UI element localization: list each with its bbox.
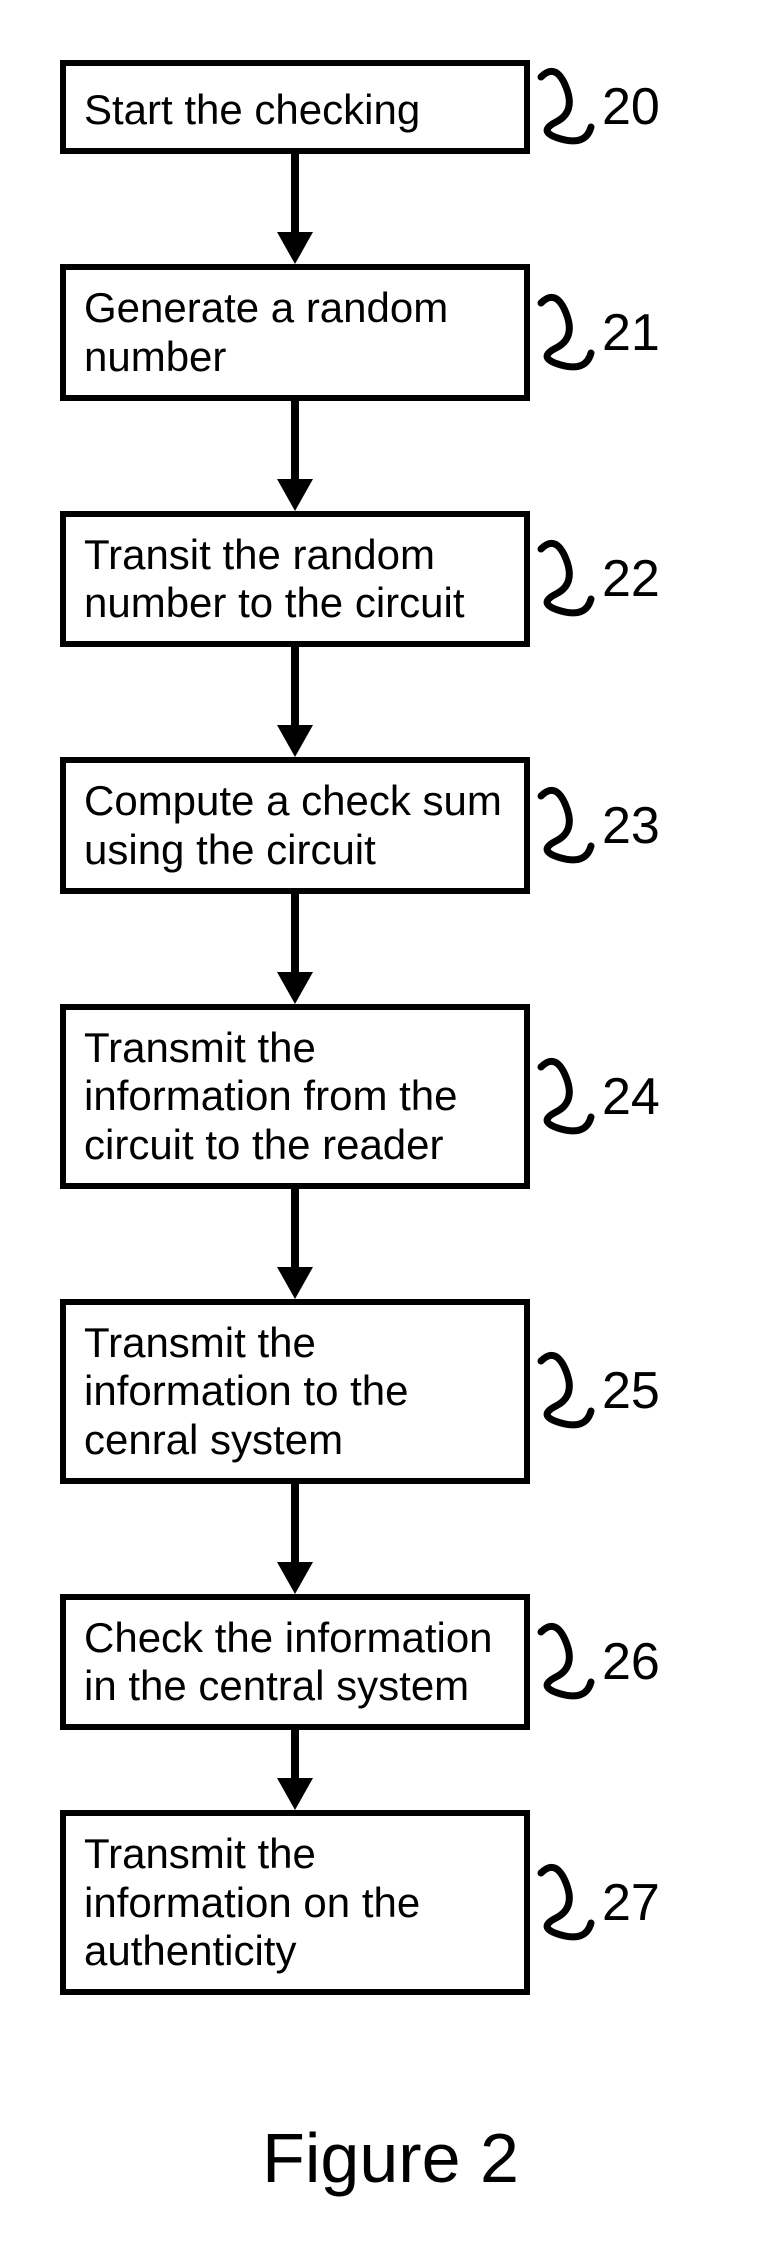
arrow (60, 894, 530, 1004)
figure-caption: Figure 2 (0, 2118, 781, 2198)
step-label: 26 (602, 1632, 660, 1692)
squiggle-icon (536, 1057, 596, 1137)
squiggle-icon (536, 1351, 596, 1431)
step-row: Transmit the information on the authenti… (60, 1810, 720, 1995)
step-label: 24 (602, 1067, 660, 1127)
step-box: Compute a check sum using the circuit (60, 757, 530, 894)
step-row: Generate a random number 21 (60, 264, 720, 401)
squiggle-icon (536, 786, 596, 866)
squiggle-icon (536, 293, 596, 373)
step-label: 21 (602, 303, 660, 363)
step-row: Check the information in the central sys… (60, 1594, 720, 1731)
step-label-group: 27 (536, 1863, 660, 1943)
step-row: Transmit the information from the circui… (60, 1004, 720, 1189)
flowchart: Start the checking 20 Generate a random … (60, 60, 720, 1995)
step-label: 22 (602, 549, 660, 609)
squiggle-icon (536, 1863, 596, 1943)
squiggle-icon (536, 1622, 596, 1702)
arrow (60, 647, 530, 757)
step-label-group: 21 (536, 293, 660, 373)
arrow (60, 1730, 530, 1810)
step-label: 23 (602, 796, 660, 856)
step-label: 25 (602, 1361, 660, 1421)
step-label-group: 24 (536, 1057, 660, 1137)
arrow (60, 401, 530, 511)
step-box: Generate a random number (60, 264, 530, 401)
step-row: Transmit the information to the cenral s… (60, 1299, 720, 1484)
step-row: Compute a check sum using the circuit 23 (60, 757, 720, 894)
squiggle-icon (536, 539, 596, 619)
step-label-group: 22 (536, 539, 660, 619)
step-label: 27 (602, 1873, 660, 1933)
step-box: Check the information in the central sys… (60, 1594, 530, 1731)
step-row: Transit the random number to the circuit… (60, 511, 720, 648)
squiggle-icon (536, 67, 596, 147)
step-label-group: 23 (536, 786, 660, 866)
arrow (60, 1484, 530, 1594)
step-label: 20 (602, 77, 660, 137)
step-row: Start the checking 20 (60, 60, 720, 154)
step-box: Transmit the information on the authenti… (60, 1810, 530, 1995)
step-box: Transmit the information from the circui… (60, 1004, 530, 1189)
step-label-group: 26 (536, 1622, 660, 1702)
step-box: Transit the random number to the circuit (60, 511, 530, 648)
step-label-group: 25 (536, 1351, 660, 1431)
arrow (60, 1189, 530, 1299)
step-box: Transmit the information to the cenral s… (60, 1299, 530, 1484)
arrow (60, 154, 530, 264)
step-box: Start the checking (60, 60, 530, 154)
step-label-group: 20 (536, 67, 660, 147)
